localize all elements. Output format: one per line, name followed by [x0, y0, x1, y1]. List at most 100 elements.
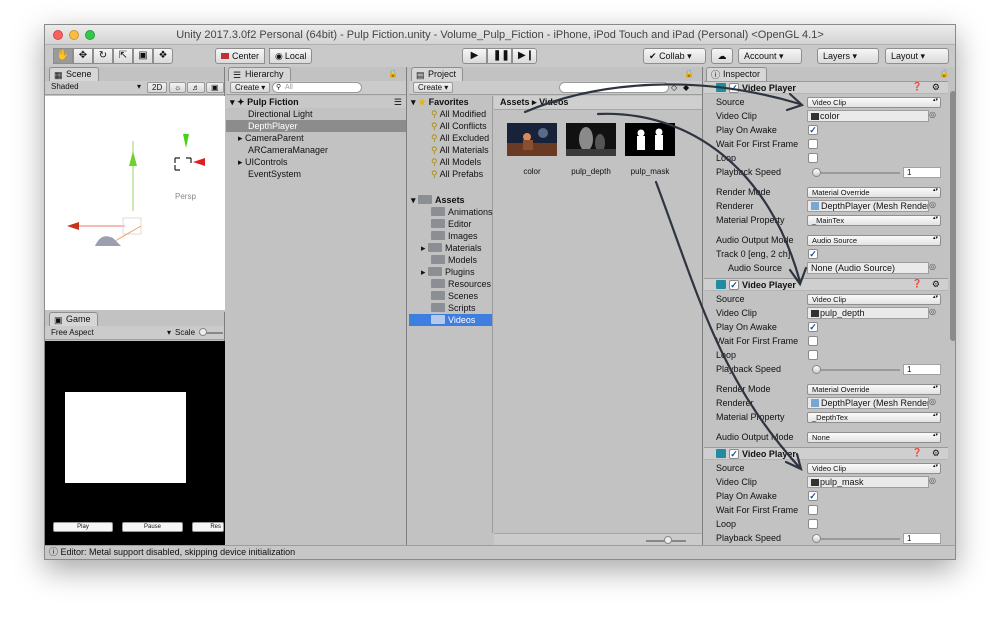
tab-scene[interactable]: ▦ Scene: [49, 67, 99, 81]
video-thumb-pulp-depth[interactable]: [566, 123, 616, 156]
hierarchy-scene-row[interactable]: ▾ ✦ Pulp Fiction ☰: [226, 96, 406, 108]
lighting-toggle[interactable]: ☼: [169, 82, 187, 93]
gear-icon[interactable]: ⚙: [932, 82, 940, 93]
playback-speed-slider-knob[interactable]: [812, 168, 821, 177]
orientation-gizmo-y[interactable]: [183, 134, 189, 148]
hand-tool-icon[interactable]: ✋: [53, 48, 73, 64]
favorite-item[interactable]: ⚲ All Prefabs: [409, 168, 492, 180]
gear-icon[interactable]: ⚙: [932, 279, 940, 290]
property-dropdown[interactable]: Video Clip: [807, 97, 941, 108]
favorite-item[interactable]: ⚲ All Materials: [409, 144, 492, 156]
favorite-item[interactable]: ⚲ All Modified: [409, 108, 492, 120]
playback-speed-slider[interactable]: [812, 369, 900, 371]
hierarchy-create-button[interactable]: Create ▾: [230, 82, 271, 93]
object-picker-icon[interactable]: ◎: [929, 200, 936, 209]
close-window-button[interactable]: [53, 30, 63, 40]
account-dropdown[interactable]: Account ▾: [738, 48, 802, 64]
inspector-scrollbar[interactable]: [950, 91, 955, 341]
lock-icon[interactable]: 🔒: [388, 69, 398, 78]
orientation-gizmo-x[interactable]: [193, 158, 205, 166]
video-thumb-pulp-mask[interactable]: [625, 123, 675, 156]
object-picker-icon[interactable]: ◎: [929, 110, 936, 119]
video-thumb-color[interactable]: [507, 123, 557, 156]
playback-speed-slider-knob[interactable]: [812, 365, 821, 374]
asset-folder-selected[interactable]: Videos: [409, 314, 492, 326]
audio-toggle[interactable]: ♬: [187, 82, 205, 93]
asset-folder[interactable]: Animations: [409, 206, 493, 218]
favorite-item[interactable]: ⚲ All Excluded: [409, 132, 492, 144]
property-checkbox[interactable]: [808, 153, 818, 163]
property-checkbox[interactable]: [808, 519, 818, 529]
component-enable-checkbox[interactable]: [729, 449, 739, 459]
component-enable-checkbox[interactable]: [729, 83, 739, 93]
breadcrumb-item[interactable]: Videos: [539, 97, 568, 107]
breadcrumb-item[interactable]: Assets: [500, 97, 530, 107]
object-field[interactable]: pulp_depth: [807, 307, 929, 319]
asset-folder[interactable]: Scenes: [409, 290, 492, 302]
reset-video-button[interactable]: Res: [192, 522, 224, 532]
help-icon[interactable]: ❓: [912, 448, 922, 457]
property-checkbox[interactable]: [808, 125, 818, 135]
playback-speed-input[interactable]: 1: [903, 167, 941, 178]
hierarchy-item[interactable]: ▸ UIControls: [226, 156, 406, 168]
property-checkbox[interactable]: [808, 350, 818, 360]
video-player-header[interactable]: Video Player ❓ ⚙: [704, 447, 948, 460]
object-picker-icon[interactable]: ◎: [929, 476, 936, 485]
game-viewport[interactable]: [45, 341, 225, 547]
project-create-button[interactable]: Create ▾: [413, 82, 454, 93]
pivot-center-button[interactable]: Center: [215, 48, 266, 64]
transform-tool-icon[interactable]: ❖: [153, 48, 173, 64]
object-picker-icon[interactable]: ◎: [929, 262, 936, 271]
property-dropdown[interactable]: _DepthTex: [807, 412, 941, 423]
filter-type-icon[interactable]: ◇: [671, 81, 677, 94]
object-field[interactable]: DepthPlayer (Mesh Render: [807, 200, 929, 212]
filter-label-icon[interactable]: ◆: [683, 81, 689, 94]
minimize-window-button[interactable]: [69, 30, 79, 40]
object-field[interactable]: pulp_mask: [807, 476, 929, 488]
hierarchy-item-selected[interactable]: DepthPlayer: [226, 120, 406, 132]
asset-folder[interactable]: ▸ Materials: [409, 242, 492, 254]
tab-inspector[interactable]: ⓘ Inspector: [706, 67, 768, 81]
pause-video-button[interactable]: Pause: [122, 522, 183, 532]
lock-icon[interactable]: 🔒: [939, 69, 949, 78]
object-field[interactable]: DepthPlayer (Mesh Render: [807, 397, 929, 409]
playback-speed-slider[interactable]: [812, 172, 900, 174]
property-checkbox[interactable]: [808, 505, 818, 515]
lock-icon[interactable]: 🔒: [684, 69, 694, 78]
property-checkbox[interactable]: [808, 249, 818, 259]
hierarchy-search-input[interactable]: All: [272, 82, 362, 93]
cloud-button[interactable]: ☁: [711, 48, 733, 64]
collab-dropdown[interactable]: ✔ Collab ▾: [643, 48, 706, 64]
property-dropdown[interactable]: Audio Source: [807, 235, 941, 246]
asset-folder[interactable]: ▸ Plugins: [409, 266, 492, 278]
video-player-header[interactable]: Video Player ❓ ⚙: [704, 81, 948, 94]
object-field[interactable]: None (Audio Source): [807, 262, 929, 274]
component-enable-checkbox[interactable]: [729, 280, 739, 290]
scale-slider-knob[interactable]: [199, 328, 207, 336]
property-dropdown[interactable]: None: [807, 432, 941, 443]
play-video-button[interactable]: Play: [53, 522, 113, 532]
property-dropdown[interactable]: Video Clip: [807, 463, 941, 474]
2d-toggle[interactable]: 2D: [147, 82, 168, 93]
playback-speed-input[interactable]: 1: [903, 364, 941, 375]
zoom-window-button[interactable]: [85, 30, 95, 40]
assets-header[interactable]: ▾ Assets: [409, 194, 492, 206]
property-checkbox[interactable]: [808, 336, 818, 346]
scale-tool-icon[interactable]: ⇱: [113, 48, 133, 64]
asset-folder[interactable]: Editor: [409, 218, 492, 230]
gear-icon[interactable]: ⚙: [932, 448, 940, 459]
pivot-local-button[interactable]: ◉ Local: [269, 48, 313, 64]
move-tool-icon[interactable]: ✥: [73, 48, 93, 64]
property-checkbox[interactable]: [808, 322, 818, 332]
hierarchy-item[interactable]: EventSystem: [226, 168, 406, 180]
asset-folder[interactable]: Models: [409, 254, 492, 266]
tab-project[interactable]: ▤ Project: [411, 67, 464, 81]
playback-speed-slider-knob[interactable]: [812, 534, 821, 543]
hierarchy-item[interactable]: ARCameraManager: [226, 144, 406, 156]
favorite-item[interactable]: ⚲ All Conflicts: [409, 120, 492, 132]
property-checkbox[interactable]: [808, 139, 818, 149]
property-dropdown[interactable]: Material Override: [807, 187, 941, 198]
icon-size-slider-knob[interactable]: [664, 536, 672, 544]
step-button[interactable]: ▶❙: [512, 48, 537, 64]
help-icon[interactable]: ❓: [912, 279, 922, 288]
